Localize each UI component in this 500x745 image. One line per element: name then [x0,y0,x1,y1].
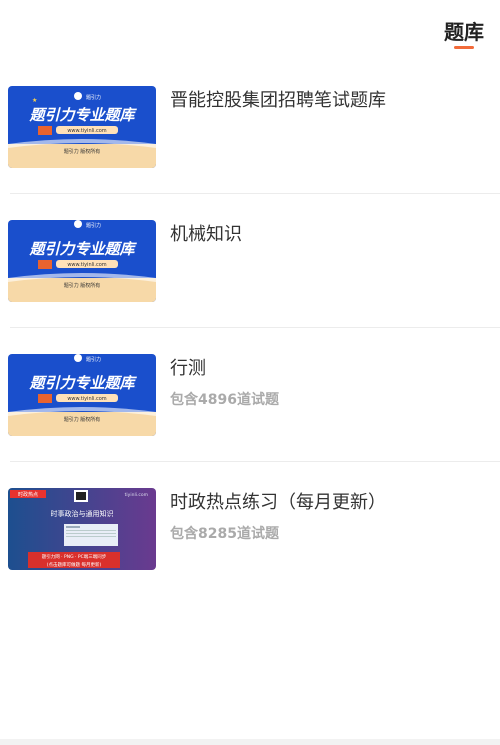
brand-tagline: 题引力 版权所有 [64,416,101,423]
item-question-count: 包含4896道试题 [170,392,279,408]
brand-tagline: 题引力 版权所有 [64,148,101,155]
news-line2: (点击题库可做题 每月更新) [47,561,102,568]
item-thumbnail: 题引力 题引力专业题库 www.tiyinli.com 题引力 版权所有 [8,354,156,436]
brand-title: 题引力专业题库 [28,106,137,124]
bottom-bar [0,739,500,745]
divider [10,193,500,194]
svg-text:★: ★ [32,97,37,104]
list-item[interactable]: 题引力 题引力专业题库 www.tiyinli.com 题引力 版权所有 行测 … [0,354,500,488]
item-title: 晋能控股集团招聘笔试题库 [170,90,386,111]
list-item[interactable]: 题引力 题引力专业题库 www.tiyinli.com 题引力 版权所有 机械知… [0,220,500,354]
brand-url: www.tiyinli.com [67,262,106,268]
item-thumbnail: 题引力 题引力专业题库 www.tiyinli.com 题引力 版权所有 ★ [8,86,156,168]
news-title: 时事政治与通用知识 [51,509,114,518]
item-thumbnail: 题引力 题引力专业题库 www.tiyinli.com 题引力 版权所有 [8,220,156,302]
brand-logo-text: 题引力 [86,94,101,101]
question-bank-list: 题引力 题引力专业题库 www.tiyinli.com 题引力 版权所有 ★ 晋… [0,86,500,622]
brand-title: 题引力专业题库 [28,240,137,258]
brand-url: www.tiyinli.com [67,396,106,402]
brand-logo-text: 题引力 [86,356,101,363]
tab-active-indicator [454,46,474,49]
list-item[interactable]: 题引力 题引力专业题库 www.tiyinli.com 题引力 版权所有 ★ 晋… [0,86,500,220]
top-header: 题库 [0,0,500,60]
item-title: 时政热点练习（每月更新） [170,492,386,513]
brand-url: www.tiyinli.com [67,128,106,134]
brand-tagline: 题引力 版权所有 [64,282,101,289]
item-title: 行测 [170,358,206,379]
news-site: tiyinli.com [125,492,148,498]
news-tag: 时政热点 [18,491,38,498]
item-thumbnail: 时政热点 tiyinli.com 时事政治与通用知识 题引力网 · PNG · … [8,488,156,570]
divider [10,327,500,328]
brand-logo-text: 题引力 [86,222,101,229]
divider [10,461,500,462]
news-line1: 题引力网 · PNG · PC端三端同步 [42,553,107,560]
list-item[interactable]: 时政热点 tiyinli.com 时事政治与通用知识 题引力网 · PNG · … [0,488,500,622]
brand-title: 题引力专业题库 [28,374,137,392]
item-question-count: 包含8285道试题 [170,526,279,542]
item-title: 机械知识 [170,224,242,245]
tab-question-bank[interactable]: 题库 [444,16,484,45]
